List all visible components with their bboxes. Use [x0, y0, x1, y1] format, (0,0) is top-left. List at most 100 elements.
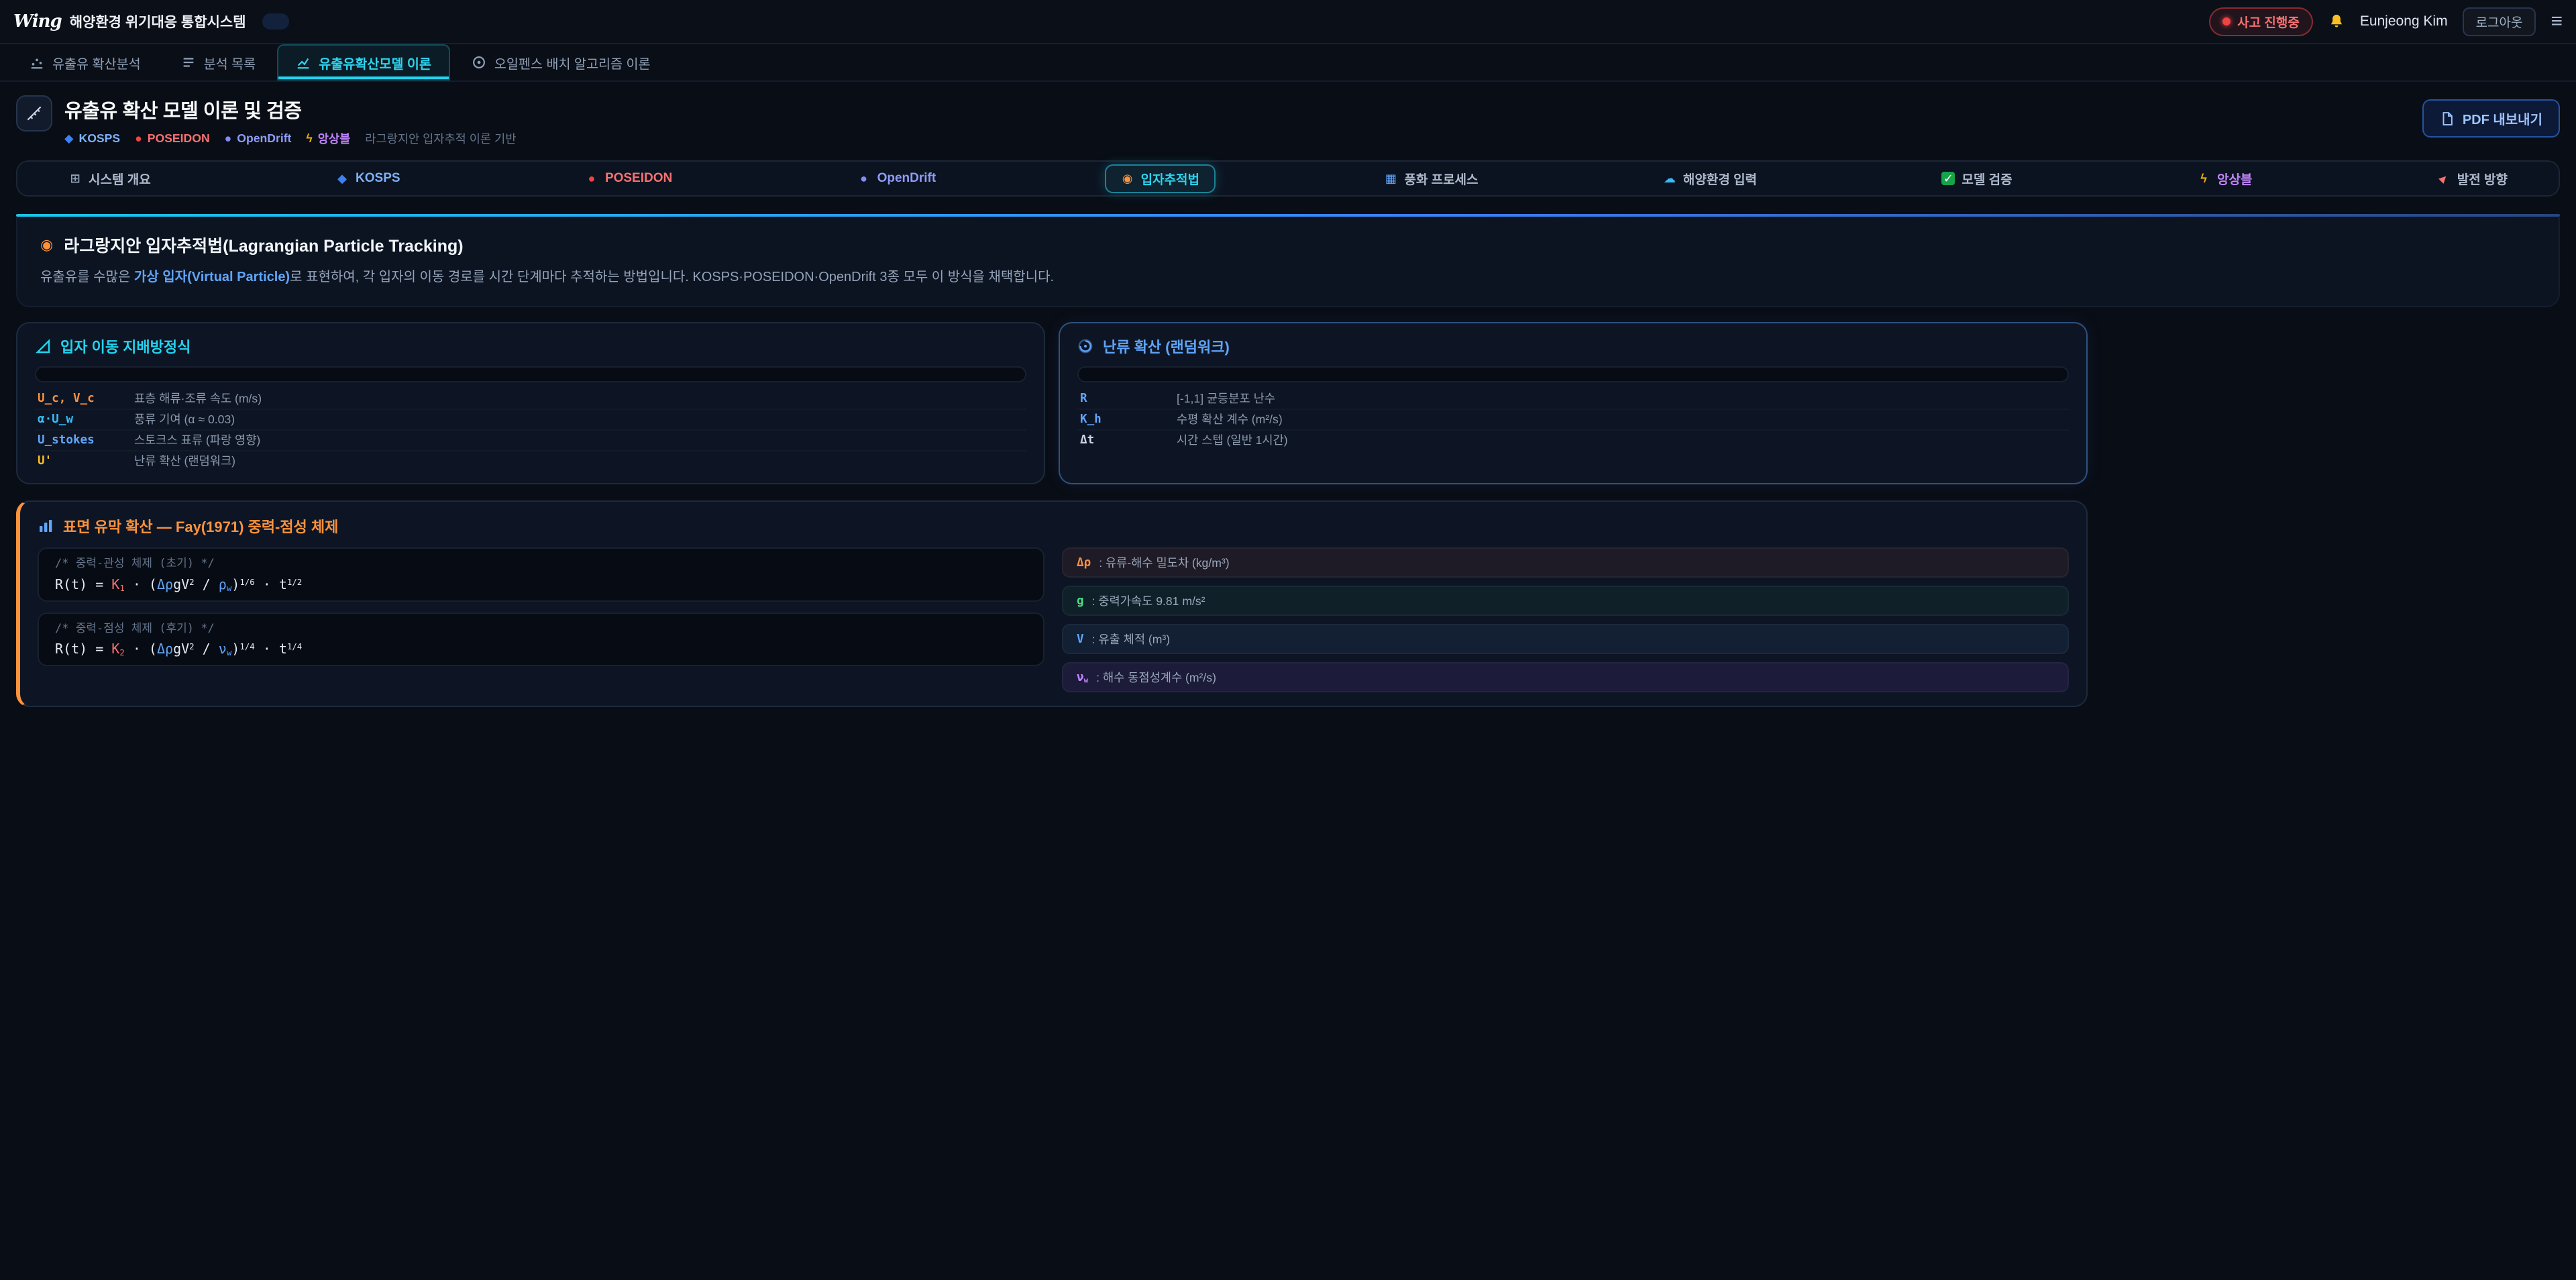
- nav-item[interactable]: [439, 13, 466, 30]
- tab-oil-fence-algorithm-theory[interactable]: 오일펜스 배치 알고리즘 이론: [453, 44, 669, 81]
- turbulence-card-title-text: 난류 확산 (랜덤워크): [1103, 335, 1230, 357]
- document-icon: [2440, 111, 2455, 126]
- section-tab[interactable]: ϟ 앙상블: [2181, 164, 2268, 193]
- tab-diffusion-model-theory[interactable]: 유출유확산모델 이론: [277, 44, 450, 81]
- brand-title: 해양환경 위기대응 통합시스템: [70, 11, 246, 32]
- main-nav: [262, 13, 496, 30]
- fay-formula-blocks: /* 중력-관성 체제 (초기) */ R(t) = K1 · (ΔρgV2 /…: [38, 547, 1044, 692]
- turbulence-equation-block: [1077, 366, 2069, 382]
- fay-card-title: 표면 유막 확산 — Fay(1971) 중력-점성 체제: [38, 515, 2069, 537]
- pdf-export-button[interactable]: PDF 내보내기: [2422, 99, 2560, 138]
- tab-label: 분석 목록: [204, 53, 256, 72]
- tab-analysis-list[interactable]: 분석 목록: [162, 44, 275, 81]
- model-badge-icon: ●: [135, 131, 142, 146]
- nav-item[interactable]: [410, 13, 437, 30]
- parameter-term: g: [1077, 594, 1084, 608]
- section-tab-icon: ⊞: [68, 172, 82, 185]
- model-badge-label: POSEIDON: [148, 131, 210, 146]
- model-badge-label: 앙상블: [318, 130, 351, 147]
- governing-variable-legend: U_c, V_c 표층 해류·조류 속도 (m/s) α·U_w 풍류 기여 (…: [35, 389, 1026, 471]
- section-tab[interactable]: ◆ KOSPS: [319, 166, 417, 191]
- section-tab[interactable]: ⊞ 시스템 개요: [52, 164, 167, 193]
- page-header-titles: 유출유 확산 모델 이론 및 검증 ◆ KOSPS ● POSEIDON ● O…: [64, 95, 516, 147]
- legend-row: U_stokes 스토크스 표류 (파랑 영향): [35, 429, 1026, 450]
- legend-term: R: [1080, 392, 1161, 406]
- section-tab-label: 앙상블: [2217, 170, 2252, 188]
- incident-label: 사고 진행중: [2237, 13, 2300, 31]
- section-tab-icon: ◉: [1121, 172, 1134, 185]
- notifications-bell-icon[interactable]: [2328, 13, 2345, 30]
- swirl-icon: [1077, 338, 1093, 354]
- brand[interactable]: Wing 해양환경 위기대응 통합시스템: [13, 11, 246, 32]
- legend-desc: 난류 확산 (랜덤워크): [134, 454, 235, 468]
- nav-item[interactable]: [321, 13, 348, 30]
- logout-button[interactable]: 로그아웃: [2463, 7, 2536, 36]
- wing-logo: Wing: [13, 11, 62, 32]
- lagrangian-intro-panel: ◉ 라그랑지안 입자추적법(Lagrangian Particle Tracki…: [16, 217, 2560, 307]
- nav-item[interactable]: [292, 13, 319, 30]
- legend-desc: [-1,1] 균등분포 난수: [1177, 392, 1275, 406]
- model-badge: ϟ 앙상블: [306, 130, 350, 147]
- topnav-right-cluster: 사고 진행중 Eunjeong Kim 로그아웃 ≡: [2209, 7, 2563, 36]
- section-tab-bar: ⊞ 시스템 개요 ◆ KOSPS ● POSEIDON ● OpenDrift …: [16, 160, 2560, 197]
- triangle-ruler-icon: [35, 338, 51, 354]
- page-subtitle: 라그랑지안 입자추적 이론 기반: [365, 130, 516, 147]
- model-badge-icon: ϟ: [306, 131, 312, 146]
- pdf-export-label: PDF 내보내기: [2463, 109, 2542, 128]
- lagrangian-section: ◉ 라그랑지안 입자추적법(Lagrangian Particle Tracki…: [16, 214, 2560, 307]
- parameter-desc: : 유출 체적 (m³): [1092, 631, 1171, 647]
- nav-item[interactable]: [262, 13, 289, 30]
- formula-comment: /* 중력-점성 체제 (후기) */: [55, 622, 1027, 635]
- bar-chart-icon: [38, 518, 54, 534]
- nav-item[interactable]: [469, 13, 496, 30]
- target-circle-icon: [472, 55, 486, 70]
- section-tab[interactable]: ◉ 입자추적법: [1105, 164, 1216, 193]
- section-tab[interactable]: ▲ 발전 방향: [2421, 164, 2524, 193]
- governing-equation-block: [35, 366, 1026, 382]
- fay-card-title-text: 표면 유막 확산 — Fay(1971) 중력-점성 체제: [63, 515, 338, 537]
- section-tab-icon: ◆: [335, 172, 349, 185]
- description-highlight: 가상 입자(Virtual Particle): [134, 270, 290, 284]
- tab-spill-diffusion-analysis[interactable]: 유출유 확산분석: [11, 44, 160, 81]
- section-tab[interactable]: ☁ 해양환경 입력: [1647, 164, 1773, 193]
- parameter-pill: g : 중력가속도 9.81 m/s²: [1062, 586, 2069, 616]
- tab-label: 오일펜스 배치 알고리즘 이론: [494, 53, 651, 72]
- governing-equation-card: 입자 이동 지배방정식 U_c, V_c 표층 해류·조류 속도 (m/s) α…: [16, 322, 1045, 484]
- section-tab[interactable]: ● OpenDrift: [841, 166, 953, 191]
- lagrangian-description: 유출유를 수많은 가상 입자(Virtual Particle)로 표현하여, …: [40, 268, 2536, 287]
- legend-term: K_h: [1080, 413, 1161, 427]
- parameter-desc: : 중력가속도 9.81 m/s²: [1092, 592, 1205, 609]
- legend-desc: 시간 스텝 (일반 1시간): [1177, 433, 1288, 447]
- section-tab-label: KOSPS: [356, 171, 400, 186]
- list-icon: [181, 55, 196, 70]
- legend-desc: 풍류 기여 (α ≈ 0.03): [134, 413, 235, 427]
- page-title: 유출유 확산 모델 이론 및 검증: [64, 95, 516, 123]
- model-badge-icon: ◆: [64, 131, 74, 146]
- page-header: 유출유 확산 모델 이론 및 검증 ◆ KOSPS ● POSEIDON ● O…: [0, 82, 2576, 159]
- section-tab[interactable]: ✓ 모델 검증: [1925, 164, 2028, 193]
- nav-item[interactable]: [351, 13, 378, 30]
- lagrangian-heading-text: 라그랑지안 입자추적법(Lagrangian Particle Tracking…: [64, 233, 463, 257]
- nav-item[interactable]: [380, 13, 407, 30]
- parameter-term: νw: [1077, 671, 1088, 684]
- model-badges: ◆ KOSPS ● POSEIDON ● OpenDrift ϟ 앙상블 라그랑…: [64, 130, 516, 147]
- section-tab-icon: ✓: [1941, 172, 1955, 185]
- particle-dot-icon: ◉: [40, 236, 53, 254]
- section-tab[interactable]: ● POSEIDON: [569, 166, 688, 191]
- legend-row: R [-1,1] 균등분포 난수: [1077, 389, 2069, 409]
- formula: R(t) = K1 · (ΔρgV2 / ρw)1/6 · t1/2: [55, 576, 1027, 592]
- fay-grid: /* 중력-관성 체제 (초기) */ R(t) = K1 · (ΔρgV2 /…: [38, 547, 2069, 692]
- model-badge-icon: ●: [225, 131, 232, 146]
- incident-status-badge[interactable]: 사고 진행중: [2209, 7, 2313, 36]
- section-tab-icon: ϟ: [2197, 172, 2210, 185]
- section-tab[interactable]: ▦ 풍화 프로세스: [1368, 164, 1494, 193]
- menu-hamburger-icon[interactable]: ≡: [2551, 11, 2563, 32]
- user-name: Eunjeong Kim: [2360, 13, 2448, 30]
- legend-row: α·U_w 풍류 기여 (α ≈ 0.03): [35, 409, 1026, 429]
- fay-spreading-card: 표면 유막 확산 — Fay(1971) 중력-점성 체제 /* 중력-관성 체…: [16, 500, 2088, 707]
- section-tab-label: 풍화 프로세스: [1404, 170, 1478, 188]
- formula-block: /* 중력-점성 체제 (후기) */ R(t) = K2 · (ΔρgV2 /…: [38, 612, 1044, 666]
- section-tab-label: 시스템 개요: [89, 170, 151, 188]
- content-cards: 입자 이동 지배방정식 U_c, V_c 표층 해류·조류 속도 (m/s) α…: [16, 322, 2088, 707]
- section-tab-label: POSEIDON: [605, 171, 672, 186]
